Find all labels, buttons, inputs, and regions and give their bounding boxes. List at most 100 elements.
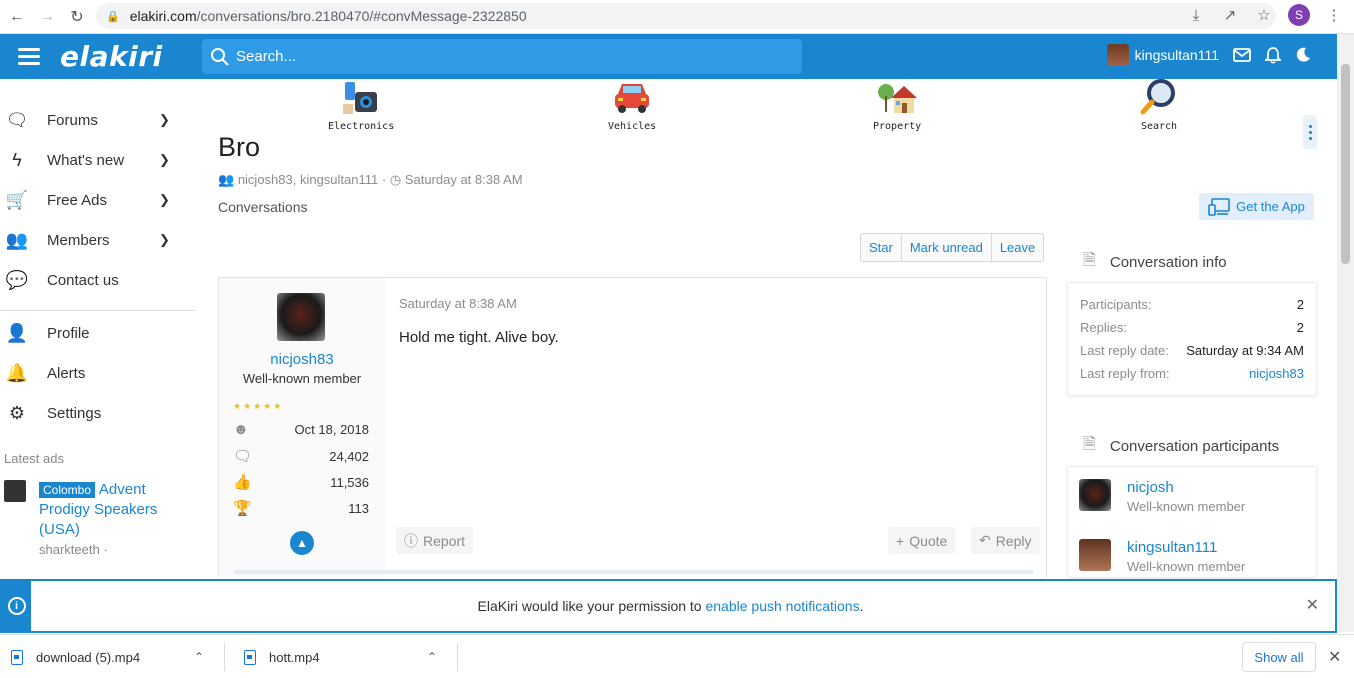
- cart-icon: 🛒: [5, 189, 29, 210]
- message-date[interactable]: Saturday at 8:38 AM: [399, 296, 517, 311]
- avatar[interactable]: [1079, 539, 1111, 571]
- search-icon: [211, 47, 229, 66]
- ad-thumbnail[interactable]: [4, 480, 26, 502]
- chevron-down-icon[interactable]: ❯: [159, 192, 170, 208]
- info-row: Participants: 2: [1080, 297, 1304, 312]
- avatar[interactable]: [277, 293, 325, 341]
- enable-push-link[interactable]: enable push notifications: [705, 598, 859, 614]
- user-icon: 👤: [5, 322, 29, 343]
- leave-button[interactable]: Leave: [992, 234, 1043, 261]
- meta-date[interactable]: Saturday at 8:38 AM: [405, 172, 523, 187]
- clock-icon: ◷: [389, 172, 402, 187]
- avatar[interactable]: [1079, 479, 1111, 511]
- chat-bubbles-icon: 🗨: [5, 109, 29, 130]
- header-username[interactable]: kingsultan111: [1135, 47, 1219, 63]
- get-the-app-button[interactable]: Get the App: [1199, 193, 1314, 220]
- close-icon[interactable]: ✕: [1306, 595, 1319, 615]
- sidebar: 🗨 Forums ❯ ϟ What's new ❯ 🛒 Free Ads ❯ 👥…: [0, 100, 196, 557]
- file-icon: [11, 649, 23, 665]
- category-search[interactable]: Search: [1139, 78, 1179, 132]
- last-reply-user-link[interactable]: nicjosh83: [1249, 366, 1304, 381]
- download-item[interactable]: hott.mp4 ⌃: [244, 635, 444, 678]
- chevron-up-icon: ▲: [296, 536, 308, 550]
- site-header: elakiri kingsultan111: [0, 34, 1337, 79]
- plus-icon: +: [896, 532, 905, 549]
- browser-profile-avatar[interactable]: S: [1288, 4, 1310, 26]
- info-row: Replies: 2: [1080, 320, 1304, 335]
- share-icon[interactable]: ↗: [1220, 5, 1240, 25]
- page-scrollbar[interactable]: [1337, 34, 1354, 632]
- sidebar-item-alerts[interactable]: 🔔 Alerts: [0, 353, 196, 393]
- forward-icon[interactable]: →: [34, 4, 60, 30]
- electronics-icon: [343, 82, 378, 114]
- notice-text: ElaKiri would like your permission to en…: [477, 598, 864, 614]
- trophy-icon: 🏆: [233, 500, 252, 517]
- mark-unread-button[interactable]: Mark unread: [902, 234, 992, 261]
- chevron-down-icon[interactable]: ❯: [159, 232, 170, 248]
- sidebar-item-label: Settings: [47, 404, 102, 422]
- sidebar-item-profile[interactable]: 👤 Profile: [0, 313, 196, 353]
- moon-icon[interactable]: [1295, 47, 1311, 63]
- car-icon: [615, 84, 650, 113]
- search-input[interactable]: [236, 48, 776, 65]
- chevron-down-icon[interactable]: ❯: [159, 152, 170, 168]
- star-button[interactable]: Star: [861, 234, 902, 261]
- chevron-up-icon[interactable]: ⌃: [194, 650, 204, 664]
- category-vehicles[interactable]: Vehicles: [608, 78, 656, 132]
- sidebar-item-label: Free Ads: [47, 191, 108, 209]
- conversation-meta: 👥 nicjosh83, kingsultan111 · ◷ Saturday …: [218, 172, 523, 187]
- reply-button[interactable]: ↶ Reply: [971, 527, 1040, 554]
- reply-icon: ↶: [979, 532, 991, 548]
- meta-participants[interactable]: nicjosh83, kingsultan111: [238, 172, 378, 187]
- sidebar-item-free-ads[interactable]: 🛒 Free Ads ❯: [0, 180, 196, 220]
- sidebar-item-whats-new[interactable]: ϟ What's new ❯: [0, 140, 196, 180]
- url-text[interactable]: elakiri.com/conversations/bro.2180470/#c…: [130, 8, 527, 24]
- participants-box: nicjosh Well-known member kingsultan111 …: [1067, 466, 1317, 578]
- message-username[interactable]: nicjosh83: [219, 351, 385, 368]
- user-avatar[interactable]: [1106, 44, 1129, 66]
- participant-item[interactable]: nicjosh Well-known member: [1079, 479, 1245, 514]
- participant-name[interactable]: kingsultan111: [1127, 539, 1245, 556]
- ad-author: sharkteeth ·: [39, 542, 108, 557]
- site-logo[interactable]: elakiri: [60, 40, 163, 73]
- install-icon[interactable]: ⤓: [1186, 5, 1206, 25]
- sidebar-item-label: Members: [47, 231, 110, 249]
- browser-menu-icon[interactable]: ⋮: [1324, 5, 1344, 25]
- sidebar-item-contact-us[interactable]: 💬 Contact us: [0, 260, 196, 300]
- category-label: Property: [873, 121, 922, 132]
- category-label: Search: [1140, 121, 1178, 132]
- sidebar-item-label: What's new: [47, 151, 125, 169]
- search-bar: [202, 39, 802, 74]
- download-item[interactable]: download (5).mp4 ⌃: [11, 635, 211, 678]
- document-icon: 🗎: [1083, 436, 1096, 453]
- report-button[interactable]: ⓘ Report: [396, 527, 474, 554]
- report-icon: ⓘ: [404, 532, 418, 549]
- show-all-button[interactable]: Show all: [1242, 642, 1316, 672]
- more-options-icon[interactable]: [1303, 115, 1317, 149]
- message-user-panel: nicjosh83 Well-known member ★★★★★ ☻ Oct 1…: [219, 278, 385, 578]
- mail-icon[interactable]: [1233, 48, 1251, 62]
- address-bar[interactable]: 🔒 elakiri.com/conversations/bro.2180470/…: [96, 3, 1276, 29]
- breadcrumb[interactable]: Conversations: [218, 199, 308, 215]
- sidebar-item-forums[interactable]: 🗨 Forums ❯: [0, 100, 196, 140]
- ad-item[interactable]: Colombo Advent Prodigy Speakers (USA) sh…: [0, 480, 196, 557]
- page-title: Bro: [218, 132, 261, 162]
- bell-icon[interactable]: [1265, 46, 1281, 64]
- hamburger-icon[interactable]: [18, 48, 40, 65]
- chevron-down-icon[interactable]: ❯: [159, 112, 170, 128]
- stat-reactions: 👍 11,536: [233, 474, 369, 491]
- scroll-up-button[interactable]: ▲: [290, 531, 314, 555]
- back-icon[interactable]: ←: [4, 4, 30, 30]
- document-icon: 🗎: [1083, 252, 1096, 269]
- sidebar-item-settings[interactable]: ⚙ Settings: [0, 393, 196, 433]
- bookmark-star-icon[interactable]: ☆: [1254, 5, 1274, 25]
- chevron-up-icon[interactable]: ⌃: [427, 650, 437, 664]
- participant-name[interactable]: nicjosh: [1127, 479, 1245, 496]
- category-property[interactable]: Property: [873, 78, 921, 132]
- category-electronics[interactable]: Electronics: [328, 78, 394, 132]
- close-icon[interactable]: ✕: [1328, 647, 1341, 667]
- participant-item[interactable]: kingsultan111 Well-known member: [1079, 539, 1245, 574]
- sidebar-item-members[interactable]: 👥 Members ❯: [0, 220, 196, 260]
- reload-icon[interactable]: ↻: [64, 4, 90, 30]
- quote-button[interactable]: + Quote: [888, 527, 956, 554]
